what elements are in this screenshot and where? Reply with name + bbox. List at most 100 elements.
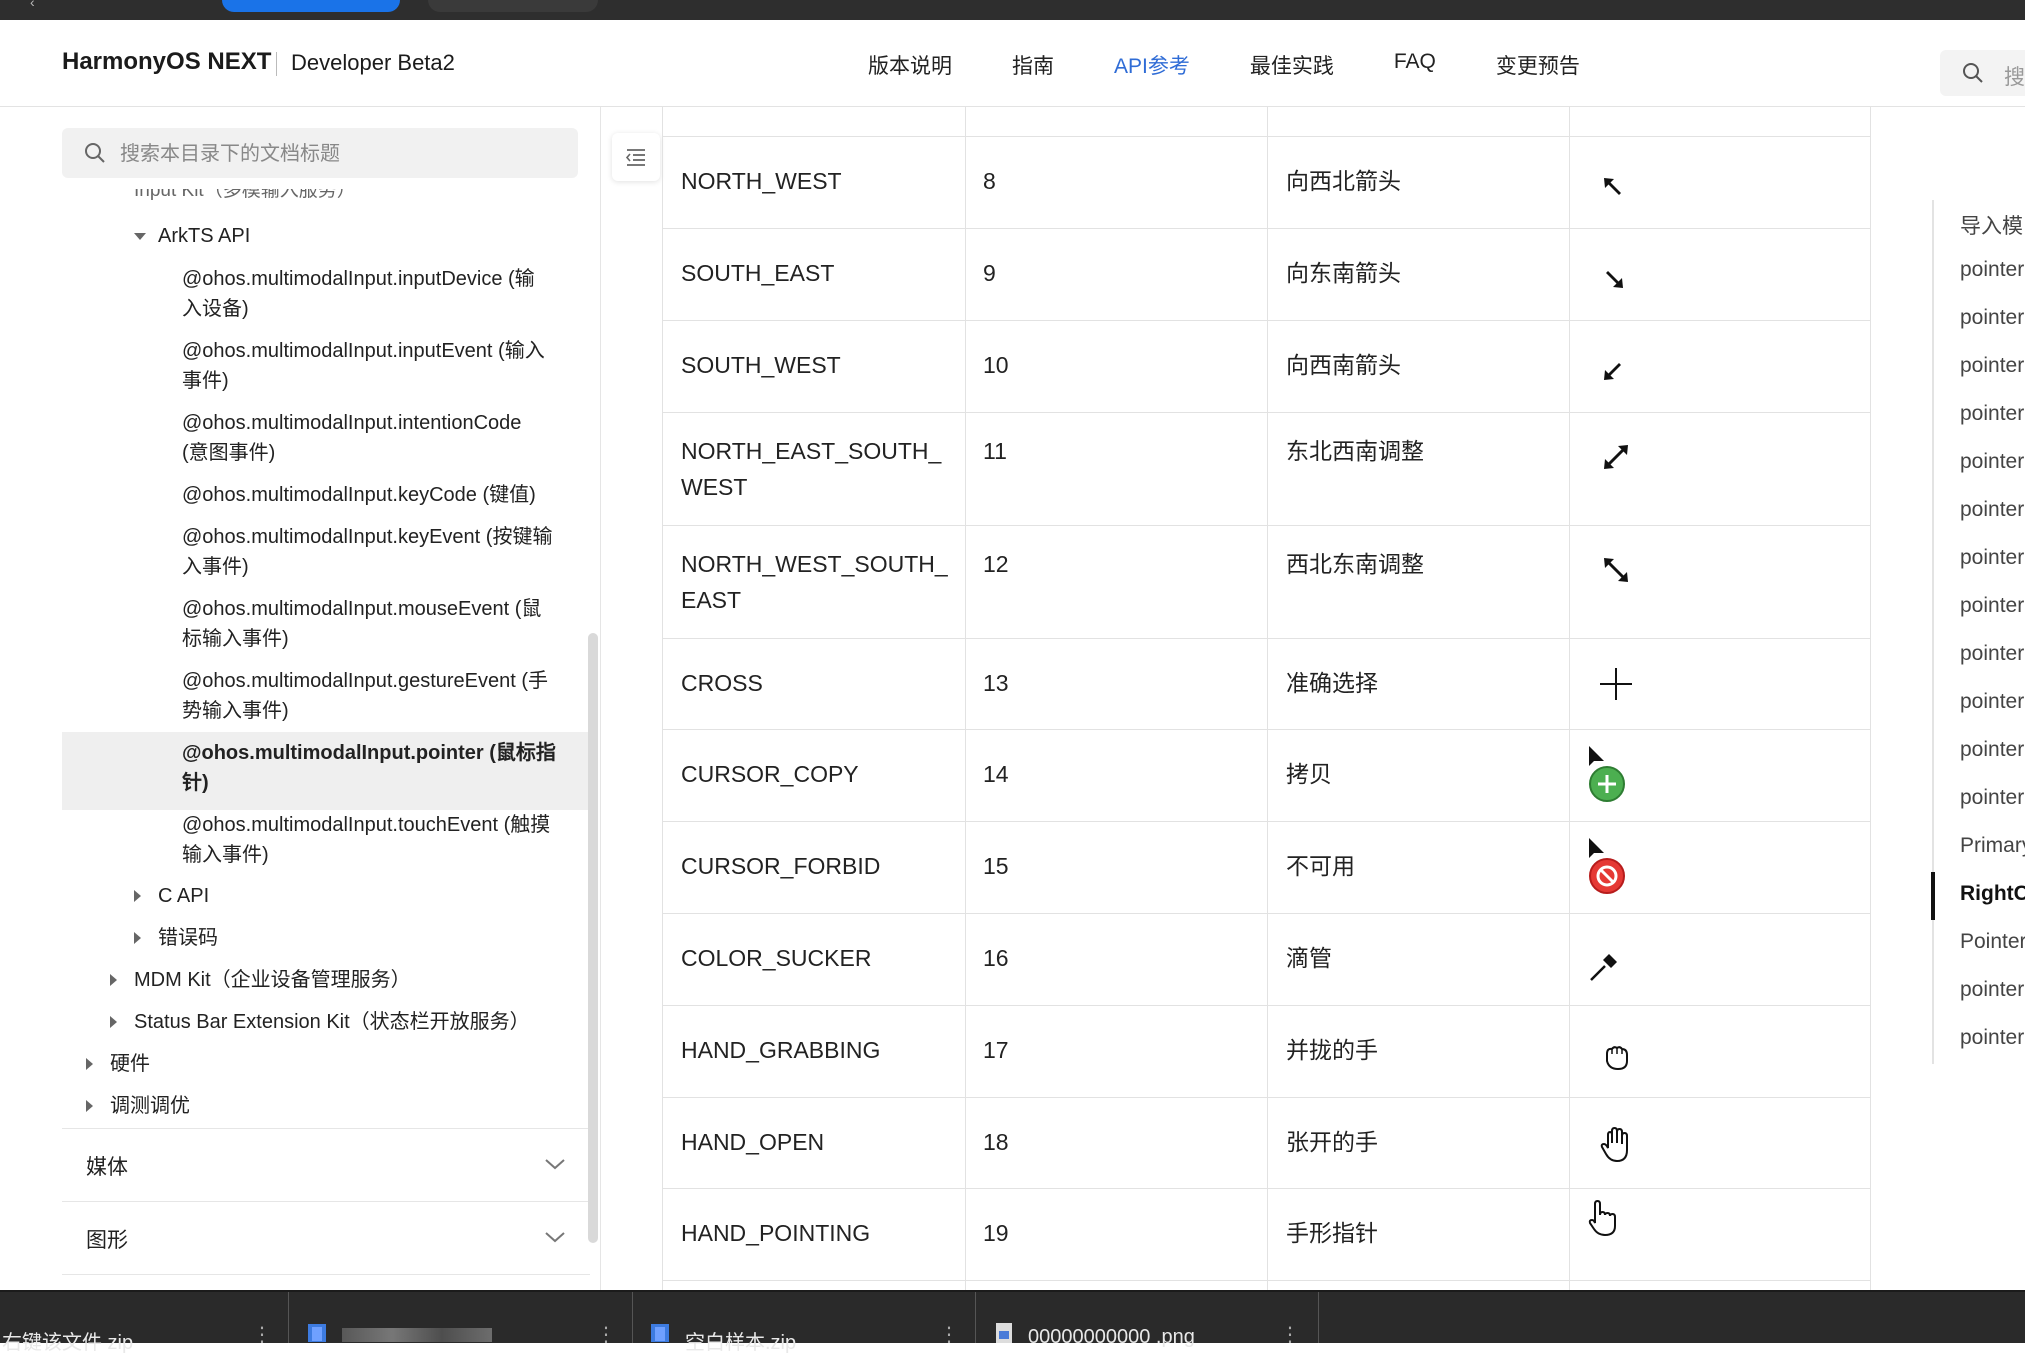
toc-item[interactable]: pointer — [1960, 306, 2024, 330]
toc-item[interactable]: pointer — [1960, 642, 2024, 666]
toc-item[interactable]: pointer — [1960, 594, 2024, 618]
tab-back-icon[interactable]: ‹ — [30, 0, 35, 10]
tree-item-input-kit[interactable]: Input Kit（多模输入服务） — [134, 189, 356, 201]
top-nav: 版本说明 指南 API参考 最佳实践 FAQ 变更预告 — [868, 50, 1640, 80]
more-options-icon[interactable]: ⋮ — [252, 1322, 272, 1347]
download-item[interactable]: 00000000000 .png ⋮ — [976, 1292, 1319, 1348]
toc-item[interactable]: Primary — [1960, 834, 2025, 858]
site-search[interactable]: 搜 — [1940, 50, 2025, 96]
more-options-icon[interactable]: ⋮ — [939, 1322, 959, 1347]
tree-item-status-bar-kit[interactable]: Status Bar Extension Kit（状态栏开放服务） — [134, 1007, 530, 1037]
tree-leaf-input-event[interactable]: @ohos.multimodalInput.inputEvent (输入 事件) — [182, 336, 582, 396]
sidebar-divider — [600, 107, 601, 1290]
tree-leaf-touch-event[interactable]: @ohos.multimodalInput.touchEvent (触摸 输入事… — [182, 810, 582, 870]
tree-leaf-key-event[interactable]: @ohos.multimodalInput.keyEvent (按键输 入事件) — [182, 522, 582, 582]
cell-value: 16 — [983, 945, 1009, 971]
sidebar-search-input[interactable] — [118, 136, 562, 172]
expand-right-icon[interactable] — [110, 974, 117, 986]
cell-value: 15 — [983, 853, 1009, 879]
toc-item[interactable]: pointer — [1960, 258, 2024, 282]
leaf-line: @ohos.multimodalInput.inputDevice (输 — [182, 268, 535, 290]
resize-nesw-icon — [1604, 445, 1628, 469]
nav-api-reference[interactable]: API参考 — [1114, 50, 1190, 80]
expand-right-icon[interactable] — [134, 890, 141, 902]
expand-right-icon[interactable] — [134, 932, 141, 944]
tree-item-hardware[interactable]: 硬件 — [110, 1049, 150, 1079]
nav-change-notice[interactable]: 变更预告 — [1496, 50, 1580, 80]
cell-name: COLOR_SUCKER — [681, 945, 872, 971]
toc-item[interactable]: pointer — [1960, 450, 2024, 474]
toc-item[interactable]: pointer — [1960, 1026, 2024, 1050]
toc-item[interactable]: 导入模 — [1960, 210, 2023, 240]
toc-item[interactable]: pointer — [1960, 786, 2024, 810]
accordion-graphics[interactable]: 图形 — [62, 1201, 590, 1274]
nav-faq[interactable]: FAQ — [1394, 50, 1436, 80]
cell-name: CURSOR_FORBID — [681, 853, 881, 879]
nav-release-notes[interactable]: 版本说明 — [868, 50, 952, 80]
table-row: HAND_POINTING 19 手形指针 — [662, 1189, 1871, 1281]
tree-leaf-input-device[interactable]: @ohos.multimodalInput.inputDevice (输 入设备… — [182, 264, 582, 324]
tree-item-mdm-kit[interactable]: MDM Kit（企业设备管理服务） — [134, 965, 411, 995]
leaf-line: @ohos.multimodalInput.gestureEvent (手 — [182, 670, 549, 692]
download-item[interactable]: 右键该文件 zip ⋮ — [0, 1292, 290, 1354]
brand-subtitle[interactable]: Developer Beta2 — [291, 50, 455, 76]
toc-item[interactable]: Pointer — [1960, 930, 2025, 954]
tree-leaf-key-code[interactable]: @ohos.multimodalInput.keyCode (键值) — [182, 480, 582, 510]
site-search-text: 搜 — [2004, 66, 2025, 89]
expand-right-icon[interactable] — [86, 1058, 93, 1070]
toc-item[interactable]: pointer — [1960, 546, 2024, 570]
cell-name: HAND_OPEN — [681, 1129, 825, 1155]
toc-item-active[interactable]: RightC — [1960, 882, 2025, 906]
collapse-sidebar-button[interactable] — [612, 133, 660, 181]
table-row: HAND_GRABBING 17 并拢的手 — [662, 1006, 1871, 1098]
table-row: NORTH_WEST 8 向西北箭头 — [662, 137, 1871, 229]
more-options-icon[interactable]: ⋮ — [1280, 1322, 1300, 1347]
tree-item-debug[interactable]: 调测调优 — [110, 1091, 190, 1121]
tree-item-error-codes[interactable]: 错误码 — [158, 923, 218, 953]
arrow-southeast-icon — [1606, 271, 1623, 288]
expand-right-icon[interactable] — [110, 1016, 117, 1028]
scrollbar-thumb[interactable] — [588, 633, 598, 1243]
tree-leaf-intention-code[interactable]: @ohos.multimodalInput.intentionCode (意图事… — [182, 408, 582, 468]
accordion-label: 媒体 — [86, 1156, 128, 1179]
expand-down-icon[interactable] — [134, 233, 146, 240]
nav-best-practice[interactable]: 最佳实践 — [1250, 50, 1334, 80]
toc-item[interactable]: pointer — [1960, 978, 2024, 1002]
toc-item[interactable]: pointer — [1960, 402, 2024, 426]
blurred-filename — [342, 1328, 492, 1342]
brand-name[interactable]: HarmonyOS NEXT — [62, 48, 271, 76]
download-item[interactable]: 空白样本.zip ⋮ — [633, 1292, 976, 1354]
cell-desc: 西北东南调整 — [1286, 551, 1424, 577]
nav-guide[interactable]: 指南 — [1012, 50, 1054, 80]
inactive-tab[interactable] — [428, 0, 598, 12]
sidebar-search[interactable] — [62, 128, 578, 178]
cell-name: NORTH_WEST_SOUTH_ EAST — [681, 546, 948, 618]
search-icon — [1963, 63, 1983, 83]
download-item[interactable]: ⋮ — [290, 1292, 633, 1346]
active-tab[interactable] — [222, 0, 400, 12]
leaf-line: @ohos.multimodalInput.touchEvent (触摸 — [182, 814, 551, 836]
accordion-next[interactable] — [62, 1274, 590, 1291]
cell-desc: 向西北箭头 — [1286, 168, 1401, 194]
more-options-icon[interactable]: ⋮ — [596, 1322, 616, 1347]
tree-leaf-gesture-event[interactable]: @ohos.multimodalInput.gestureEvent (手 势输… — [182, 666, 582, 726]
tree-item-arkts-api[interactable]: ArkTS API — [158, 221, 250, 251]
cell-name-line: WEST — [681, 474, 748, 500]
tree-item-c-api[interactable]: C API — [158, 881, 209, 911]
accordion-media[interactable]: 媒体 — [62, 1128, 590, 1201]
toc-item[interactable]: pointer — [1960, 498, 2024, 522]
toc-item[interactable]: pointer — [1960, 738, 2024, 762]
expand-right-icon[interactable] — [86, 1100, 93, 1112]
leaf-line: @ohos.multimodalInput.keyCode (键值) — [182, 484, 536, 506]
cell-name: HAND_GRABBING — [681, 1037, 881, 1063]
arrow-southwest-icon — [1604, 363, 1621, 380]
tree-leaf-mouse-event[interactable]: @ohos.multimodalInput.mouseEvent (鼠 标输入事… — [182, 594, 582, 654]
arrow-northwest-icon — [1604, 178, 1621, 195]
table-row: HAND_OPEN 18 张开的手 — [662, 1098, 1871, 1189]
toc-item[interactable]: pointer — [1960, 690, 2024, 714]
sidebar-scrollbar[interactable] — [588, 307, 598, 1247]
cursor-forbid-icon — [1589, 838, 1625, 894]
hand-open-icon — [1600, 1126, 1628, 1163]
toc-item[interactable]: pointer — [1960, 354, 2024, 378]
tree-leaf-pointer-selected[interactable]: @ohos.multimodalInput.pointer (鼠标指 针) — [182, 738, 582, 798]
